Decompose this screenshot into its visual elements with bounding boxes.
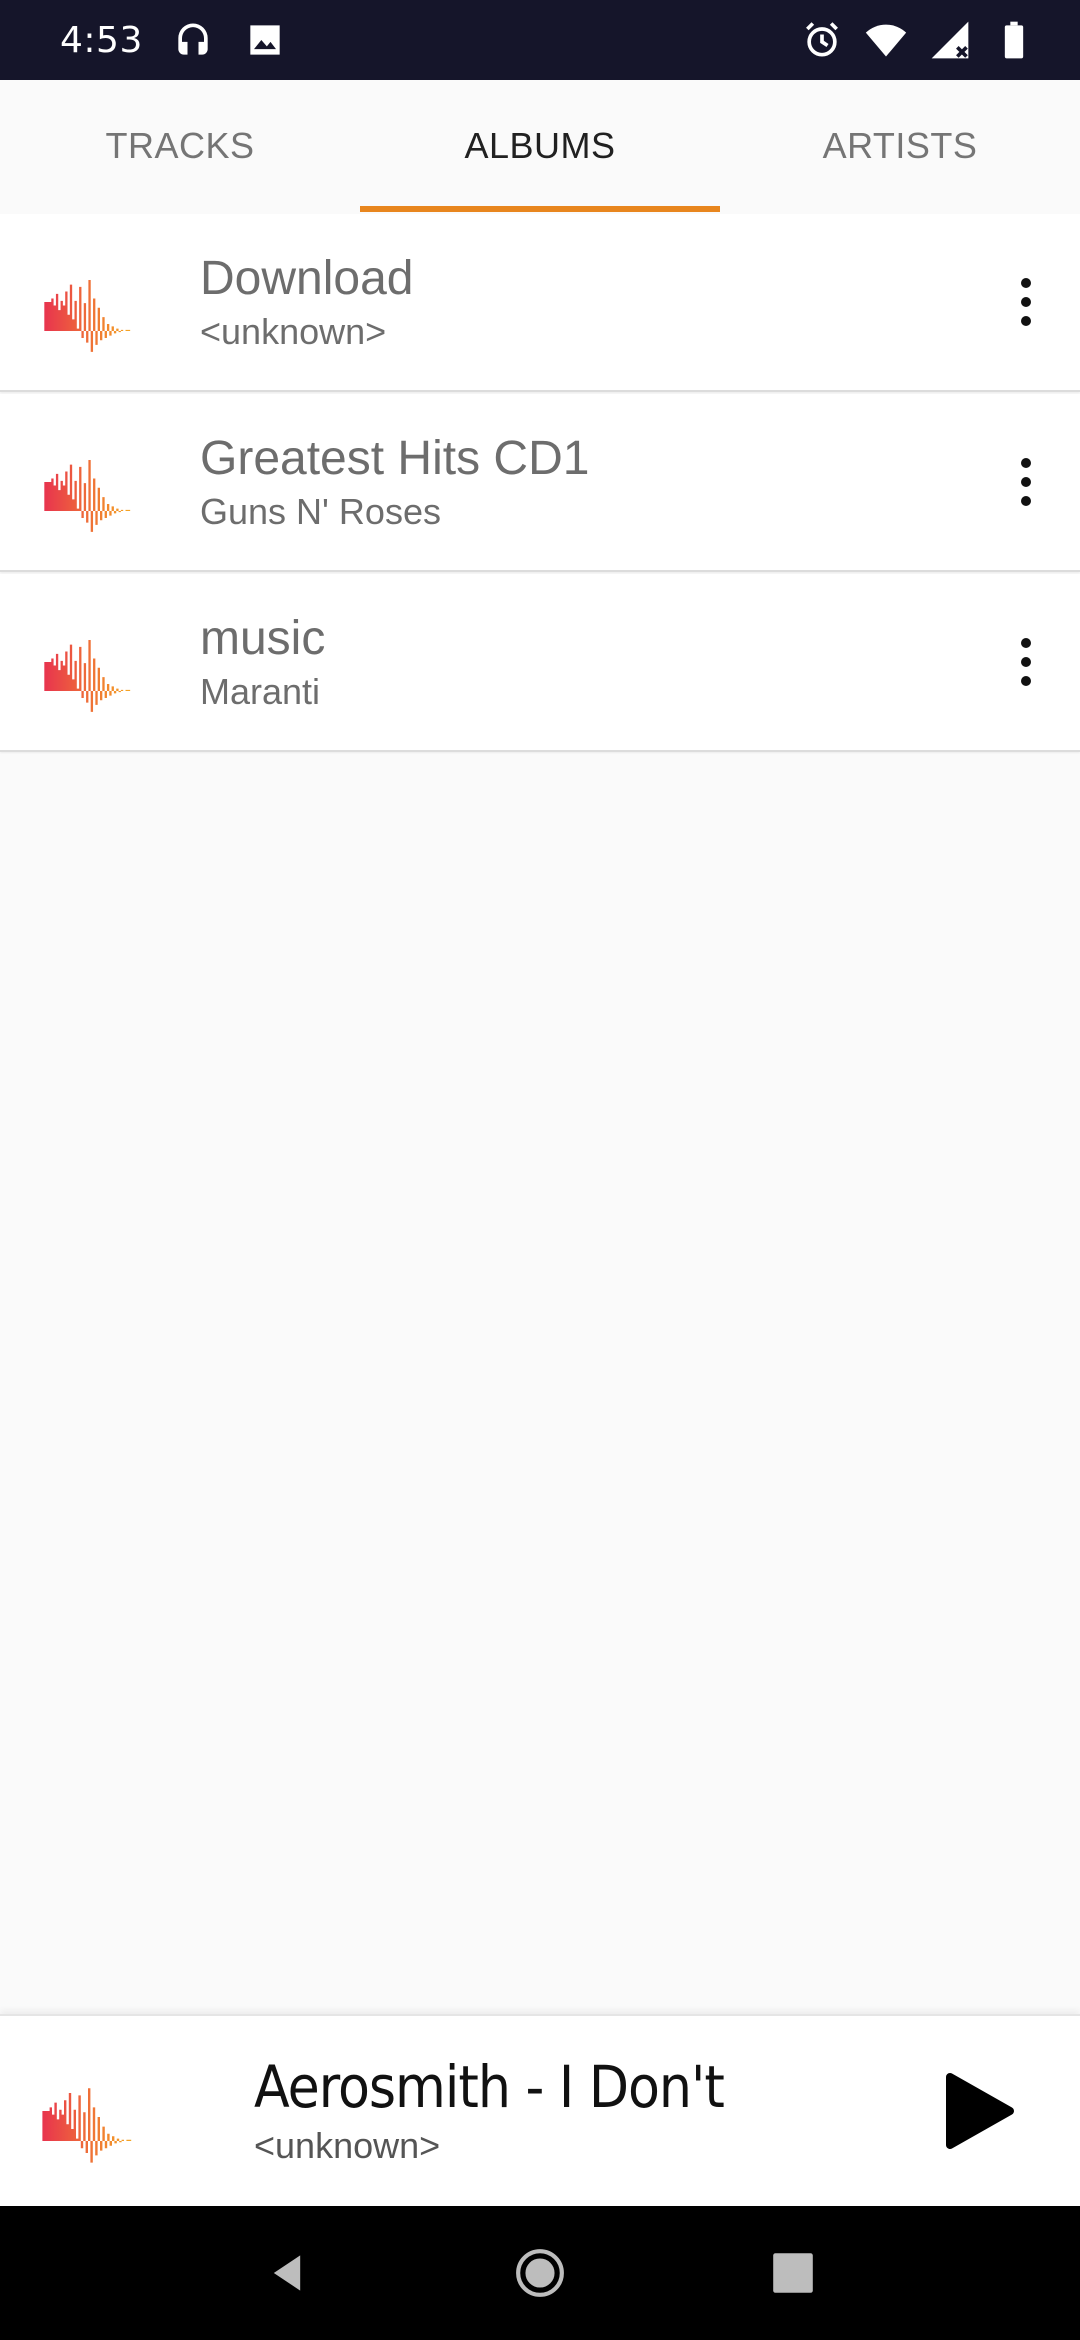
album-text: Greatest Hits CD1 Guns N' Roses [200, 429, 996, 535]
waveform-icon [0, 573, 200, 751]
album-text: music Maranti [200, 609, 996, 715]
album-artist: Maranti [200, 671, 321, 712]
album-list: Download <unknown> Greatest Hits CD1 Gun… [0, 214, 1080, 752]
navigation-bar [0, 2206, 1080, 2340]
play-icon[interactable] [920, 2051, 1040, 2171]
more-options-icon[interactable] [996, 612, 1056, 712]
more-options-icon[interactable] [996, 252, 1056, 352]
album-row-music[interactable]: music Maranti [0, 574, 1080, 752]
album-row-greatest-hits[interactable]: Greatest Hits CD1 Guns N' Roses [0, 394, 1080, 572]
tab-artists[interactable]: ARTISTS [720, 80, 1080, 212]
signal-icon [928, 18, 972, 62]
alarm-icon [800, 18, 844, 62]
headset-icon [171, 18, 215, 62]
album-artist: <unknown> [200, 311, 387, 352]
image-icon [243, 18, 287, 62]
wifi-icon [864, 18, 908, 62]
now-playing-artist: <unknown> [254, 2125, 441, 2166]
status-right [800, 18, 1036, 62]
waveform-icon [0, 393, 200, 571]
album-text: Download <unknown> [200, 249, 996, 355]
album-artist: Guns N' Roses [200, 491, 441, 532]
tab-bar: TRACKS ALBUMS ARTISTS [0, 80, 1080, 212]
more-options-icon[interactable] [996, 432, 1056, 532]
status-time: 4:53 [60, 19, 143, 61]
album-title: Greatest Hits CD1 [200, 432, 590, 485]
waveform-icon [0, 2015, 200, 2207]
status-left: 4:53 [60, 18, 287, 62]
album-row-download[interactable]: Download <unknown> [0, 214, 1080, 392]
recents-icon[interactable] [753, 2233, 833, 2313]
now-playing-bar[interactable]: Aerosmith - I Don't <unknown> [0, 2014, 1080, 2206]
tab-albums[interactable]: ALBUMS [360, 80, 720, 212]
home-icon[interactable] [500, 2233, 580, 2313]
album-title: music [200, 612, 326, 665]
back-icon[interactable] [247, 2233, 327, 2313]
now-playing-title: Aerosmith - I Don't [254, 2053, 725, 2121]
status-bar: 4:53 [0, 0, 1080, 80]
tab-tracks[interactable]: TRACKS [0, 80, 360, 212]
album-title: Download [200, 252, 414, 305]
now-playing-text: Aerosmith - I Don't <unknown> [200, 2052, 920, 2170]
battery-icon [992, 18, 1036, 62]
waveform-icon [0, 213, 200, 391]
